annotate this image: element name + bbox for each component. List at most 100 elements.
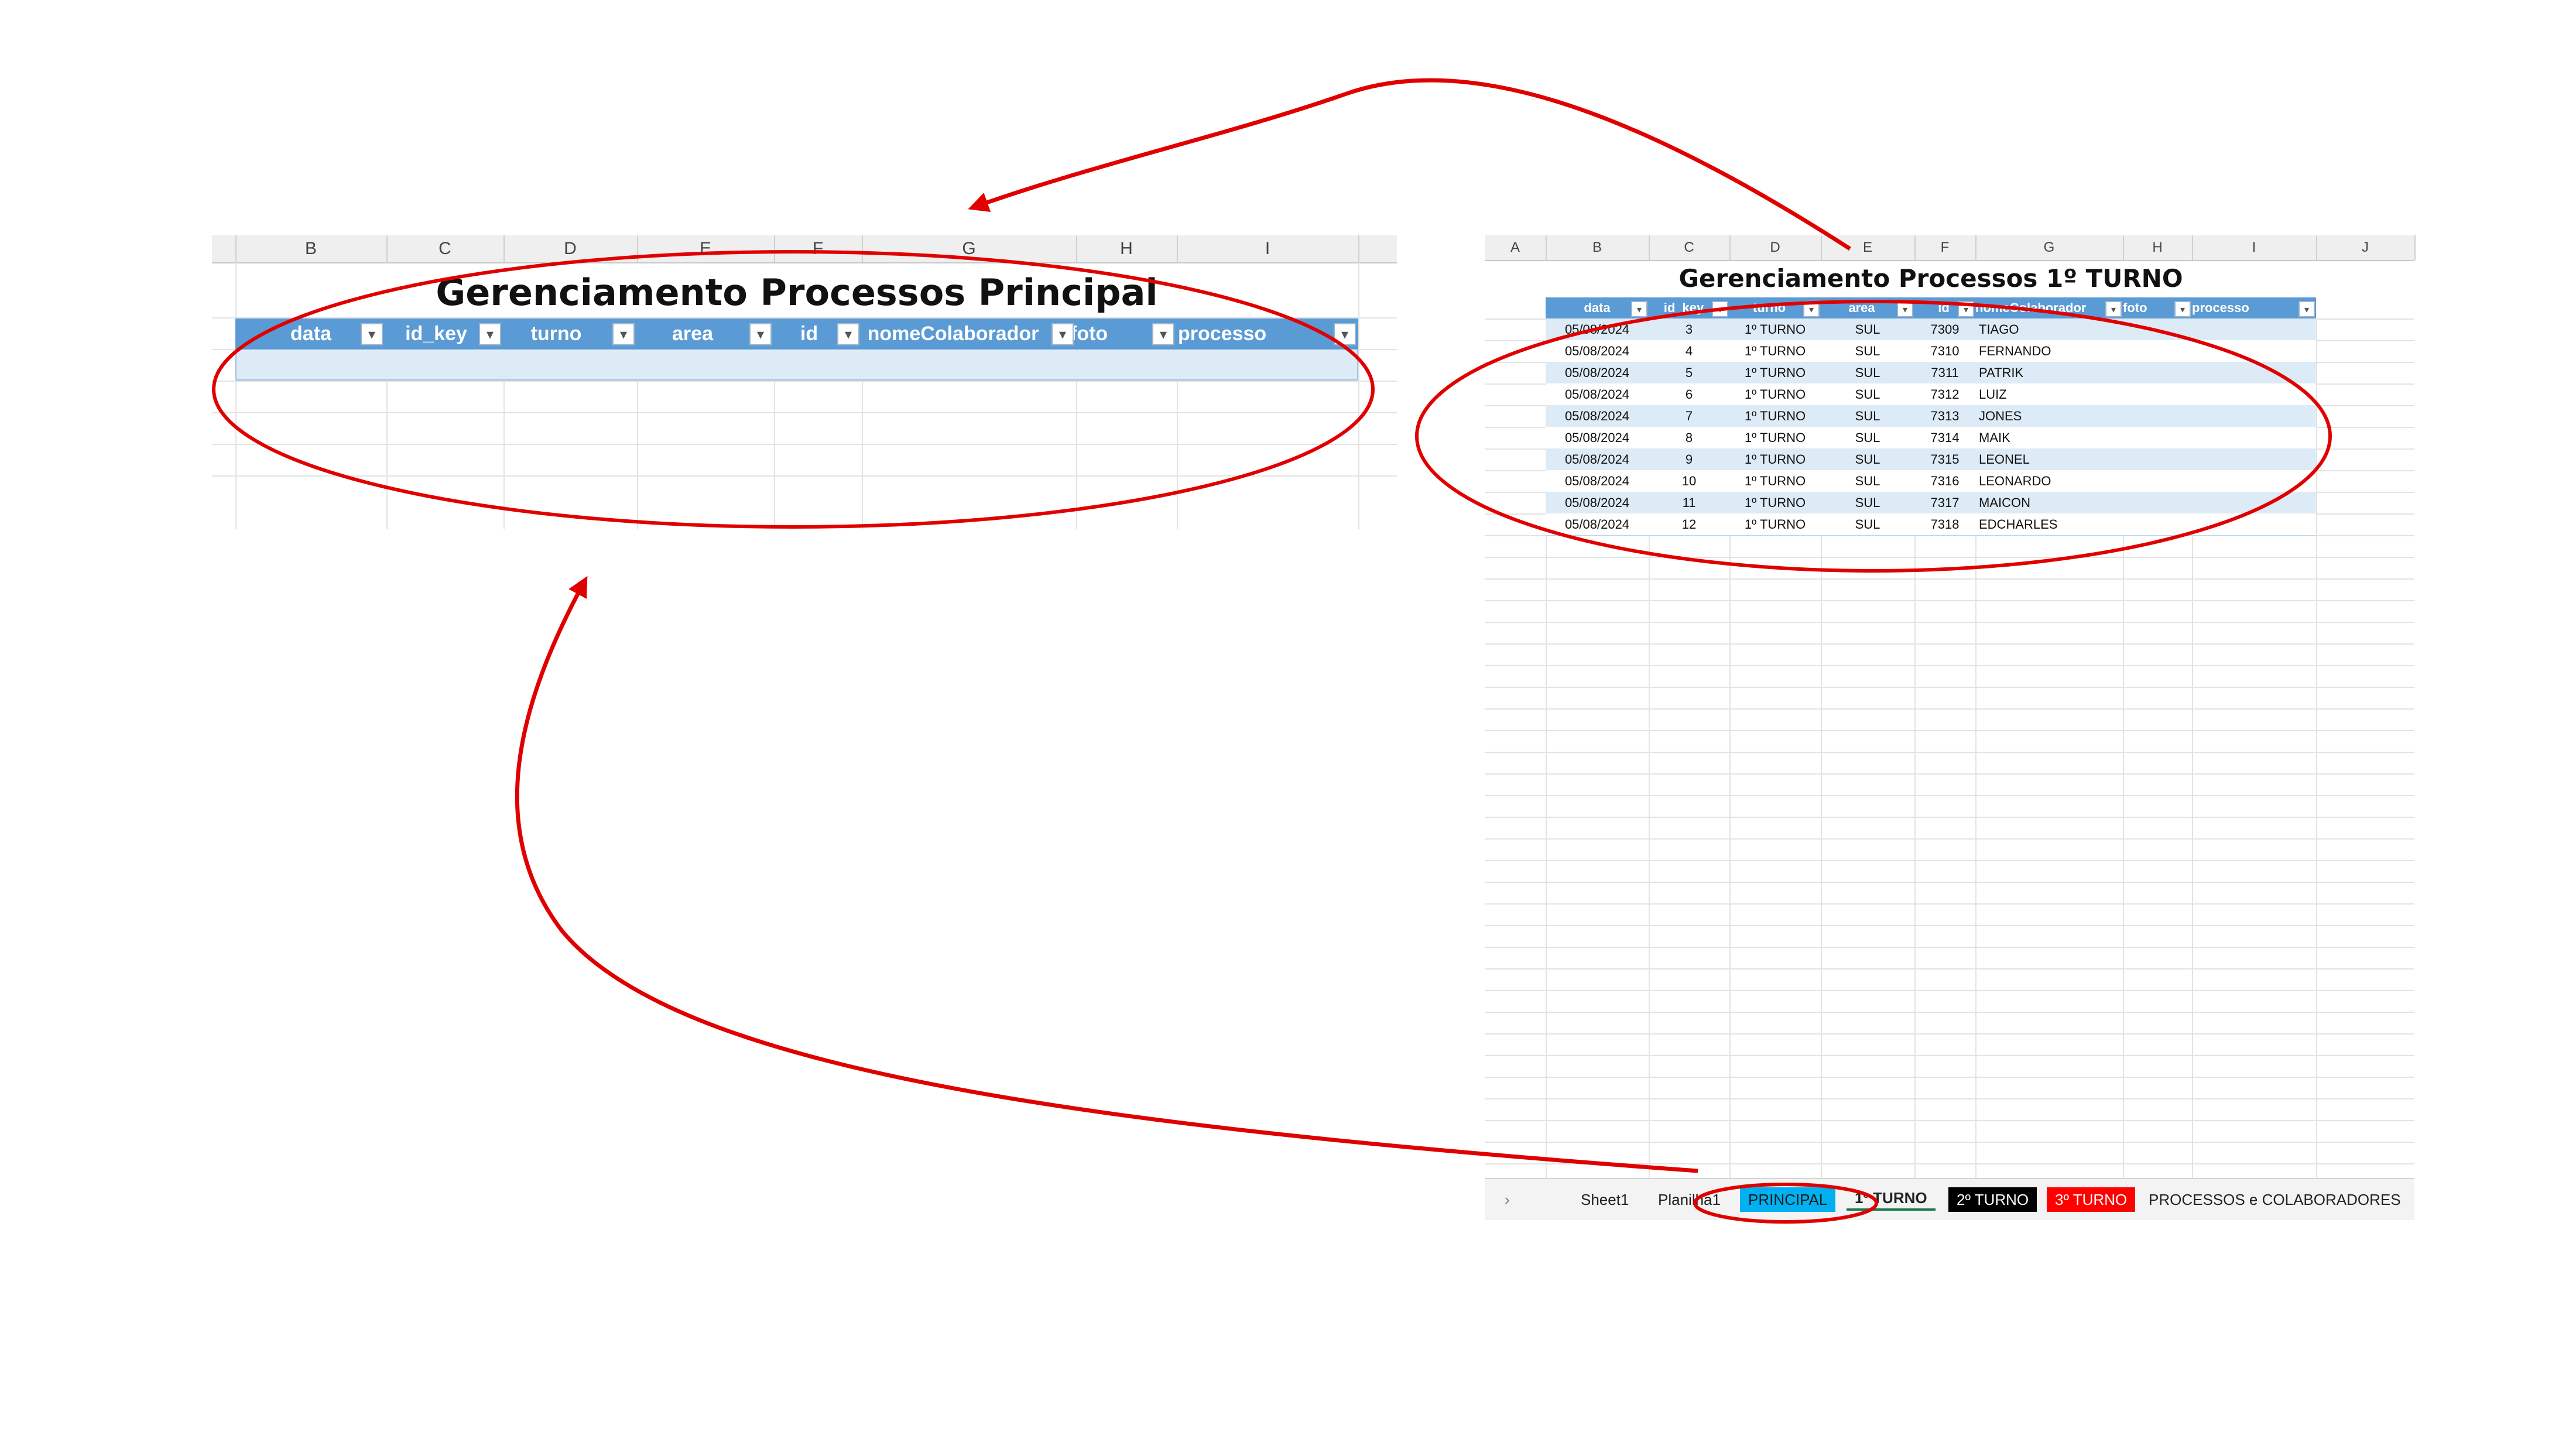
filter-dropdown-area[interactable]: ▾ [1897,301,1913,317]
column-header-j[interactable]: J [2316,235,2416,260]
cell-foto[interactable] [2123,448,2195,470]
column-header-f[interactable]: F [774,235,863,262]
cell-turno[interactable]: 1º TURNO [1729,340,1821,362]
cell-id-key[interactable]: 10 [1649,470,1729,492]
cell-data[interactable]: 05/08/2024 [1546,383,1649,405]
cell-foto[interactable] [2123,383,2195,405]
cell-area[interactable]: SUL [1821,448,1914,470]
cell-turno[interactable]: 1º TURNO [1729,492,1821,513]
cell-area[interactable]: SUL [1821,362,1914,383]
cell-nomecolaborador[interactable]: LEONARDO [1975,470,2126,492]
table-row[interactable]: 05/08/2024 4 1º TURNO SUL 7310 FERNANDO [1546,340,2316,362]
cell-nomecolaborador[interactable]: TIAGO [1975,318,2126,340]
table-row[interactable]: 05/08/2024 7 1º TURNO SUL 7313 JONES [1546,405,2316,427]
cell-id-key[interactable]: 4 [1649,340,1729,362]
filter-dropdown-data[interactable]: ▾ [1631,301,1647,317]
column-header-b[interactable]: B [1546,235,1650,260]
table-row[interactable]: 05/08/2024 12 1º TURNO SUL 7318 EDCHARLES [1546,513,2316,536]
cell-data[interactable]: 05/08/2024 [1546,470,1649,492]
cell-processo[interactable] [2192,513,2320,535]
column-header-a[interactable]: A [1485,235,1547,260]
column-header-g[interactable]: G [1975,235,2124,260]
cell-nomecolaborador[interactable]: FERNANDO [1975,340,2126,362]
cell-id[interactable]: 7315 [1914,448,1975,470]
cell-id[interactable]: 7318 [1914,513,1975,535]
filter-dropdown-foto[interactable]: ▾ [2174,301,2191,317]
cell-data[interactable]: 05/08/2024 [1546,427,1649,448]
column-header-e[interactable]: E [637,235,775,262]
column-header-g[interactable]: G [862,235,1077,262]
cell-nomecolaborador[interactable]: LUIZ [1975,383,2126,405]
cell-foto[interactable] [2123,340,2195,362]
cell-area[interactable]: SUL [1821,513,1914,535]
cell-processo[interactable] [2192,362,2320,383]
cell-nomecolaborador[interactable]: MAIK [1975,427,2126,448]
table-row[interactable]: 05/08/2024 10 1º TURNO SUL 7316 LEONARDO [1546,470,2316,492]
cell-id[interactable]: 7316 [1914,470,1975,492]
cell-processo[interactable] [2192,405,2320,427]
cell-id-key[interactable]: 7 [1649,405,1729,427]
cell-foto[interactable] [2123,427,2195,448]
cell-data[interactable]: 05/08/2024 [1546,405,1649,427]
column-header-b[interactable]: B [235,235,388,262]
cell-nomecolaborador[interactable]: PATRIK [1975,362,2126,383]
cell-id[interactable]: 7311 [1914,362,1975,383]
cell-id[interactable]: 7313 [1914,405,1975,427]
column-header-e[interactable]: E [1821,235,1916,260]
filter-dropdown-processo[interactable]: ▾ [2298,301,2315,317]
filter-dropdown-id-key[interactable]: ▾ [1712,301,1728,317]
tab-turno3[interactable]: 3º TURNO [2047,1187,2136,1212]
filter-dropdown-id[interactable]: ▾ [1958,301,1974,317]
filter-dropdown-processo[interactable]: ▾ [1334,323,1356,345]
cell-processo[interactable] [2192,448,2320,470]
tab-planilha1[interactable]: Planilha1 [1650,1187,1729,1212]
column-header-h[interactable]: H [2123,235,2193,260]
cell-nomecolaborador[interactable]: EDCHARLES [1975,513,2126,535]
cell-turno[interactable]: 1º TURNO [1729,470,1821,492]
cell-foto[interactable] [2123,318,2195,340]
filter-dropdown-nomecolaborador[interactable]: ▾ [2105,301,2122,317]
cell-nomecolaborador[interactable]: JONES [1975,405,2126,427]
cell-id[interactable]: 7310 [1914,340,1975,362]
cell-turno[interactable]: 1º TURNO [1729,362,1821,383]
cell-data[interactable]: 05/08/2024 [1546,362,1649,383]
tab-processos-e-colaboradores[interactable]: PROCESSOS e COLABORADORES [2140,1187,2409,1212]
cell-turno[interactable]: 1º TURNO [1729,427,1821,448]
cell-area[interactable]: SUL [1821,427,1914,448]
filter-dropdown-foto[interactable]: ▾ [1152,323,1174,345]
column-header-d[interactable]: D [503,235,638,262]
cell-id[interactable]: 7312 [1914,383,1975,405]
cell-turno[interactable]: 1º TURNO [1729,383,1821,405]
cell-processo[interactable] [2192,383,2320,405]
cell-id-key[interactable]: 11 [1649,492,1729,513]
cell-data[interactable]: 05/08/2024 [1546,340,1649,362]
column-header-i[interactable]: I [1177,235,1359,262]
tab-sheet1[interactable]: Sheet1 [1573,1187,1637,1212]
cell-id[interactable]: 7317 [1914,492,1975,513]
cell-data[interactable]: 05/08/2024 [1546,492,1649,513]
cell-area[interactable]: SUL [1821,318,1914,340]
cell-nomecolaborador[interactable]: LEONEL [1975,448,2126,470]
filter-dropdown-turno[interactable]: ▾ [1803,301,1820,317]
column-header-i[interactable]: I [2192,235,2317,260]
column-header-c[interactable]: C [1649,235,1731,260]
cell-id-key[interactable]: 12 [1649,513,1729,535]
tab-turno1[interactable]: 1º TURNO [1847,1187,1936,1211]
cell-id-key[interactable]: 8 [1649,427,1729,448]
column-header-d[interactable]: D [1729,235,1822,260]
column-header-c[interactable]: C [386,235,505,262]
cell-area[interactable]: SUL [1821,492,1914,513]
table-row[interactable]: 05/08/2024 8 1º TURNO SUL 7314 MAIK [1546,427,2316,449]
cell-turno[interactable]: 1º TURNO [1729,513,1821,535]
cell-id-key[interactable]: 9 [1649,448,1729,470]
table-empty-row[interactable] [235,349,1358,381]
filter-dropdown-area[interactable]: ▾ [749,323,772,345]
cell-foto[interactable] [2123,513,2195,535]
filter-dropdown-data[interactable]: ▾ [361,323,383,345]
table-row[interactable]: 05/08/2024 9 1º TURNO SUL 7315 LEONEL [1546,448,2316,471]
cell-area[interactable]: SUL [1821,470,1914,492]
cell-foto[interactable] [2123,362,2195,383]
cell-turno[interactable]: 1º TURNO [1729,448,1821,470]
table-row[interactable]: 05/08/2024 3 1º TURNO SUL 7309 TIAGO [1546,318,2316,341]
cell-data[interactable]: 05/08/2024 [1546,513,1649,535]
